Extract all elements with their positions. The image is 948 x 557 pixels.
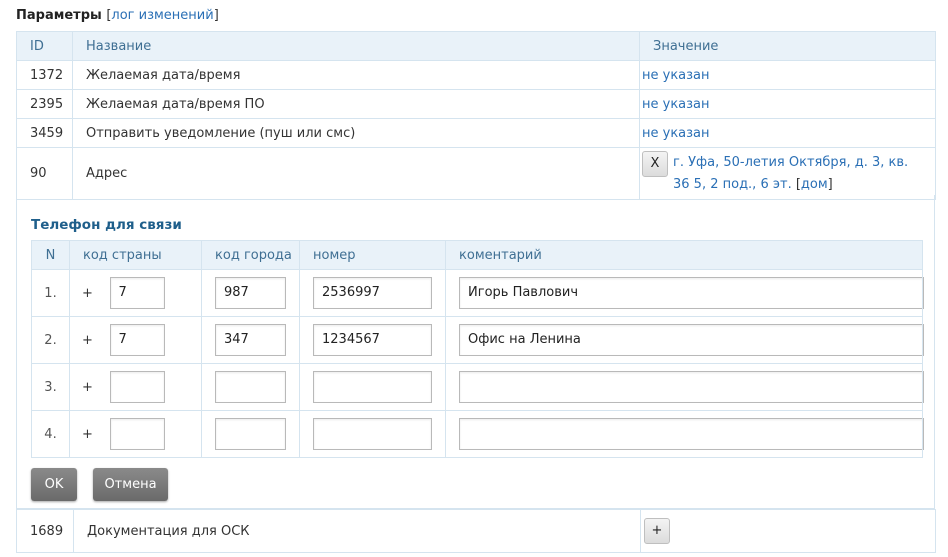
number-input[interactable] (313, 418, 433, 450)
change-log-link[interactable]: лог изменений (111, 8, 213, 23)
param-id: 2395 (16, 89, 73, 119)
param-value-link[interactable]: не указан (642, 97, 710, 112)
phone-section-title: Телефон для связи (31, 217, 182, 233)
param-row: 1689 Документация для ОСК + (16, 509, 936, 553)
ok-button[interactable]: OK (31, 468, 77, 501)
phone-row: 4. + (31, 410, 925, 458)
param-name: Адрес (72, 147, 640, 200)
param-name: Отправить уведомление (пуш или смс) (72, 118, 640, 148)
comment-input[interactable] (459, 418, 925, 450)
plus-sign: + (69, 269, 105, 317)
param-id: 1372 (16, 60, 73, 90)
section-title: Параметры [лог изменений] (16, 8, 219, 23)
param-value-link[interactable]: не указан (642, 126, 710, 141)
bracket-close: ] (827, 177, 833, 192)
number-input[interactable] (313, 371, 433, 403)
param-value-link[interactable]: не указан (642, 68, 710, 83)
col-header-name: Название (72, 31, 640, 61)
param-id: 1689 (16, 509, 74, 553)
row-number: 3. (31, 363, 70, 411)
row-number: 2. (31, 316, 70, 364)
city-code-input[interactable]: 347 (215, 324, 287, 356)
phone-row: 1. + 7 987 2536997 Игорь Павлович (31, 269, 925, 317)
params-table: ID Название Значение 1372 Желаемая дата/… (16, 31, 936, 200)
add-document-button[interactable]: + (644, 518, 670, 544)
clear-address-button[interactable]: X (642, 151, 668, 177)
param-row: 1372 Желаемая дата/время не указан (16, 60, 936, 90)
param-id: 3459 (16, 118, 73, 148)
city-code-input[interactable]: 987 (215, 277, 287, 309)
bracket-close: ] (213, 8, 219, 23)
col-header-value: Значение (639, 31, 936, 61)
city-code-input[interactable] (215, 418, 287, 450)
phone-row: 3. + (31, 363, 925, 411)
param-row: 2395 Желаемая дата/время ПО не указан (16, 89, 936, 119)
param-name: Желаемая дата/время (72, 60, 640, 90)
plus-sign: + (69, 316, 105, 364)
params-title: Параметры (16, 8, 102, 23)
home-link[interactable]: дом (801, 177, 828, 192)
col-header-number: номер (299, 240, 447, 270)
phone-edit-panel: Телефон для связи N код страны код город… (16, 195, 935, 509)
address-row: 90 Адрес X г. Уфа, 50-летия Октября, д. … (16, 147, 936, 200)
country-code-input[interactable] (109, 418, 165, 450)
city-code-input[interactable] (215, 371, 287, 403)
number-input[interactable]: 1234567 (313, 324, 433, 356)
phone-row: 2. + 7 347 1234567 Офис на Ленина (31, 316, 925, 364)
country-code-input[interactable]: 7 (109, 324, 165, 356)
param-name: Желаемая дата/время ПО (72, 89, 640, 119)
col-header-comment: коментарий (445, 240, 924, 270)
param-name: Документация для ОСК (73, 509, 641, 553)
plus-sign: + (69, 410, 105, 458)
comment-input[interactable]: Игорь Павлович (459, 277, 925, 309)
col-header-n: N (31, 240, 70, 270)
address-link[interactable]: г. Уфа, 50-летия Октября, д. 3, кв. 36 5… (673, 155, 908, 192)
param-id: 90 (16, 147, 73, 200)
col-header-id: ID (16, 31, 73, 61)
param-row: 3459 Отправить уведомление (пуш или смс)… (16, 118, 936, 148)
number-input[interactable]: 2536997 (313, 277, 433, 309)
cancel-button[interactable]: Отмена (93, 468, 168, 501)
row-number: 4. (31, 410, 70, 458)
params-table-continued: 1689 Документация для ОСК + (16, 509, 936, 553)
country-code-input[interactable]: 7 (109, 277, 165, 309)
row-number: 1. (31, 269, 70, 317)
comment-input[interactable]: Офис на Ленина (459, 324, 925, 356)
plus-sign: + (69, 363, 105, 411)
comment-input[interactable] (459, 371, 925, 403)
phones-table: N код страны код города номер коментарий… (31, 240, 925, 458)
country-code-input[interactable] (109, 371, 165, 403)
bracket-open: [ (791, 177, 801, 192)
phones-header-row: N код страны код города номер коментарий (31, 240, 924, 270)
col-header-country-code: код страны (68, 240, 203, 270)
col-header-city-code: код города (201, 240, 301, 270)
params-header-row: ID Название Значение (16, 31, 936, 61)
